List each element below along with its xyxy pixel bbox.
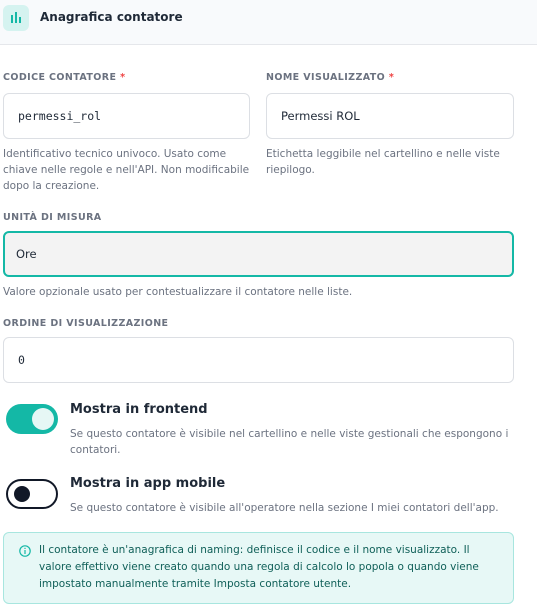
unita-label: UNITÀ DI MISURA <box>3 212 102 223</box>
nome-label: NOME VISUALIZZATO * <box>266 72 394 83</box>
unita-help: Valore opzionale usato per contestualizz… <box>3 286 353 298</box>
required-mark: * <box>120 72 126 83</box>
ordine-label: ORDINE DI VISUALIZZAZIONE <box>3 318 169 329</box>
codice-help: Identificativo tecnico univoco. Usato co… <box>3 148 250 192</box>
codice-input-value: permessi_rol <box>18 109 102 123</box>
codice-label: CODICE CONTATORE * <box>3 72 125 83</box>
mobile-toggle-desc: Se questo contatore è visibile all'opera… <box>70 502 499 514</box>
toggle-knob <box>32 408 54 430</box>
info-text: Il contatore è un'anagrafica di naming: … <box>39 544 479 590</box>
unita-input-value: Ore <box>16 247 37 261</box>
nome-input[interactable]: Permessi ROL <box>266 93 514 139</box>
frontend-toggle-title: Mostra in frontend <box>70 402 208 417</box>
nome-help: Etichetta leggibile nel cartellino e nel… <box>266 148 500 176</box>
codice-input[interactable]: permessi_rol <box>3 93 250 139</box>
ordine-input-value: 0 <box>18 353 25 367</box>
mobile-toggle[interactable] <box>6 479 58 509</box>
section-title: Anagrafica contatore <box>40 10 183 24</box>
info-icon <box>19 545 31 557</box>
info-box: Il contatore è un'anagrafica di naming: … <box>3 532 514 604</box>
mobile-toggle-title: Mostra in app mobile <box>70 476 226 491</box>
required-mark: * <box>388 72 395 83</box>
bar-chart-icon <box>3 5 29 31</box>
nome-label-text: NOME VISUALIZZATO <box>266 72 386 83</box>
toggle-knob <box>14 486 30 502</box>
unita-input[interactable]: Ore <box>3 231 514 277</box>
codice-label-text: CODICE CONTATORE <box>3 72 117 83</box>
nome-input-value: Permessi ROL <box>281 109 360 123</box>
ordine-input[interactable]: 0 <box>3 337 514 383</box>
section-header: Anagrafica contatore <box>0 0 537 45</box>
frontend-toggle[interactable] <box>6 404 58 434</box>
frontend-toggle-desc: Se questo contatore è visibile nel carte… <box>70 428 509 456</box>
